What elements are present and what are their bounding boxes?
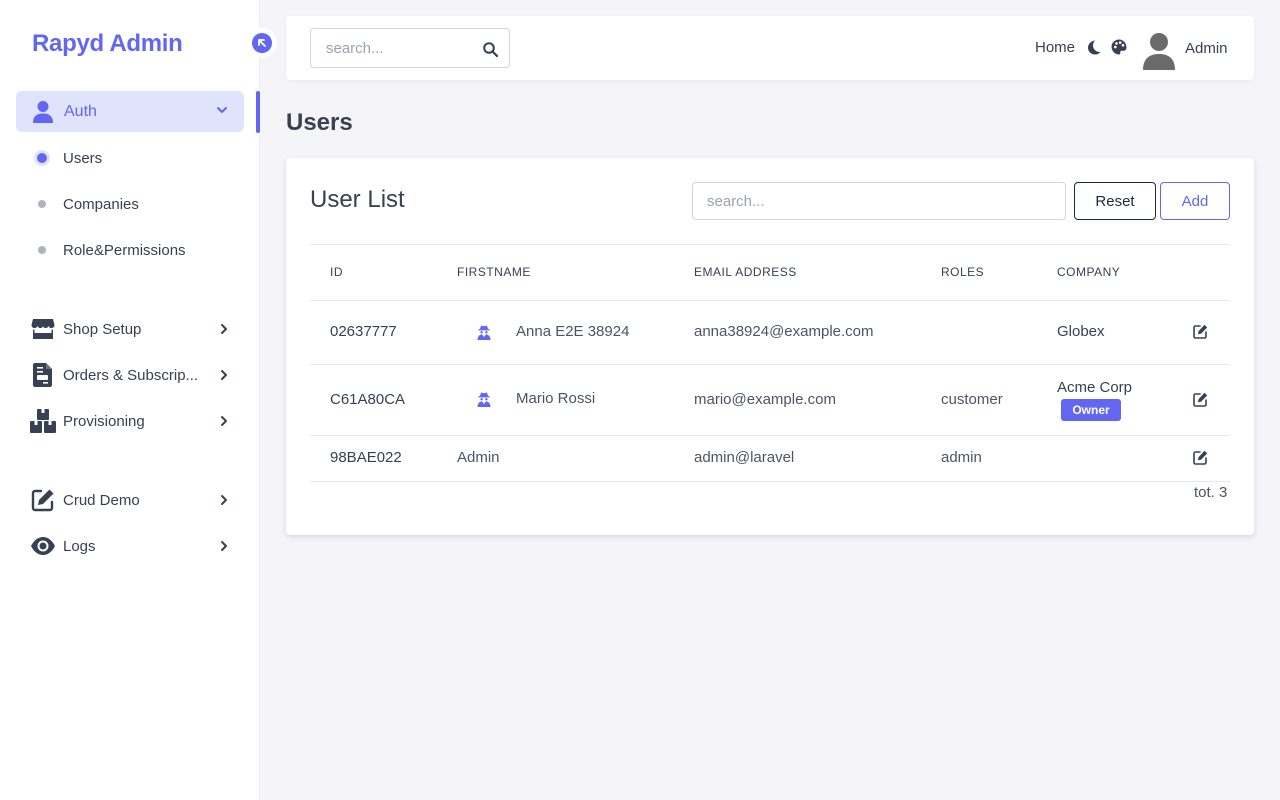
edit-icon[interactable]: [1193, 324, 1208, 339]
palette-icon[interactable]: [1111, 39, 1127, 55]
sidebar-item-logs[interactable]: Logs: [30, 532, 230, 560]
document-icon: [30, 362, 56, 388]
sidebar-item-provisioning[interactable]: Provisioning: [30, 407, 230, 435]
home-link[interactable]: Home: [1035, 39, 1075, 56]
sidebar-item-label: Crud Demo: [63, 491, 140, 509]
edit-icon: [30, 487, 56, 513]
chevron-down-icon: [217, 107, 227, 113]
cell-firstname: Mario Rossi: [516, 390, 596, 407]
chevron-right-icon: [221, 541, 227, 551]
sidebar: Rapyd Admin Auth Users Companies Role&Pe…: [0, 0, 260, 800]
divider: [310, 244, 1230, 245]
active-indicator: [256, 91, 260, 133]
user-secret-icon[interactable]: [477, 391, 491, 407]
sidebar-item-role-permissions[interactable]: Role&Permissions: [34, 238, 186, 262]
sidebar-item-label: Role&Permissions: [63, 241, 186, 259]
sidebar-item-companies[interactable]: Companies: [34, 192, 139, 216]
sidebar-item-label: Logs: [63, 537, 96, 555]
cell-id: C61A80CA: [330, 391, 406, 408]
edit-icon[interactable]: [1193, 450, 1208, 465]
reset-button[interactable]: Reset: [1074, 182, 1156, 220]
edit-icon[interactable]: [1193, 392, 1208, 407]
cell-id: 98BAE022: [330, 449, 402, 466]
status-badge: Owner: [1061, 399, 1121, 421]
cell-id: 02637777: [330, 323, 397, 340]
sidebar-item-label: Orders & Subscrip...: [63, 366, 199, 384]
cell-firstname: Admin: [457, 449, 500, 466]
cell-company: Acme Corp: [1057, 379, 1133, 396]
sidebar-item-shop-setup[interactable]: Shop Setup: [30, 315, 230, 343]
user-list-card: User List Reset Add ID FIRSTNAME EMAIL A…: [286, 158, 1254, 535]
search-input[interactable]: [310, 28, 510, 68]
card-title: User List: [310, 186, 405, 213]
brand-logo[interactable]: Rapyd Admin: [32, 30, 183, 58]
cell-email: anna38924@example.com: [694, 323, 874, 340]
column-header-firstname: FIRSTNAME: [457, 265, 531, 279]
moon-icon[interactable]: [1087, 40, 1101, 55]
column-header-email: EMAIL ADDRESS: [694, 265, 797, 279]
cell-roles: admin: [941, 449, 982, 466]
divider: [310, 300, 1230, 301]
user-icon: [33, 100, 53, 123]
cell-email: mario@example.com: [694, 391, 836, 408]
divider: [310, 435, 1230, 436]
divider: [310, 364, 1230, 365]
add-button[interactable]: Add: [1160, 182, 1230, 220]
sidebar-item-orders-subscriptions[interactable]: Orders & Subscrip...: [30, 361, 230, 389]
page-title: Users: [286, 109, 353, 136]
cell-roles: customer: [941, 391, 1003, 408]
sidebar-item-label: Companies: [63, 195, 139, 213]
active-bullet-icon: [37, 153, 47, 163]
sidebar-item-auth[interactable]: Auth: [16, 91, 244, 132]
column-header-id: ID: [330, 265, 343, 279]
avatar[interactable]: [1143, 32, 1175, 70]
chevron-right-icon: [221, 370, 227, 380]
collapse-arrow-icon: [252, 33, 272, 53]
cell-firstname: Anna E2E 38924: [516, 323, 630, 340]
sidebar-item-label: Users: [63, 149, 103, 167]
user-name[interactable]: Admin: [1185, 40, 1228, 57]
total-count: tot. 3: [1194, 484, 1228, 501]
eye-icon: [30, 533, 56, 559]
user-search-input[interactable]: [692, 182, 1066, 220]
sidebar-item-label: Auth: [64, 102, 97, 120]
store-icon: [30, 316, 56, 342]
sidebar-item-label: Shop Setup: [63, 320, 142, 338]
search-icon[interactable]: [483, 42, 498, 57]
user-secret-icon[interactable]: [477, 324, 491, 340]
divider: [310, 481, 1230, 482]
chevron-right-icon: [221, 495, 227, 505]
column-header-roles: ROLES: [941, 265, 985, 279]
bullet-icon: [38, 200, 46, 208]
chevron-right-icon: [221, 416, 227, 426]
boxes-icon: [30, 408, 56, 434]
sidebar-item-users[interactable]: Users: [34, 146, 102, 170]
cell-company: Globex: [1057, 323, 1105, 340]
bullet-icon: [38, 246, 46, 254]
sidebar-item-crud-demo[interactable]: Crud Demo: [30, 486, 230, 514]
sidebar-collapse-button[interactable]: [247, 28, 277, 58]
column-header-company: COMPANY: [1057, 265, 1121, 279]
sidebar-item-label: Provisioning: [63, 412, 145, 430]
cell-email: admin@laravel: [694, 449, 795, 466]
topbar: Home Admin: [286, 16, 1254, 80]
chevron-right-icon: [221, 324, 227, 334]
